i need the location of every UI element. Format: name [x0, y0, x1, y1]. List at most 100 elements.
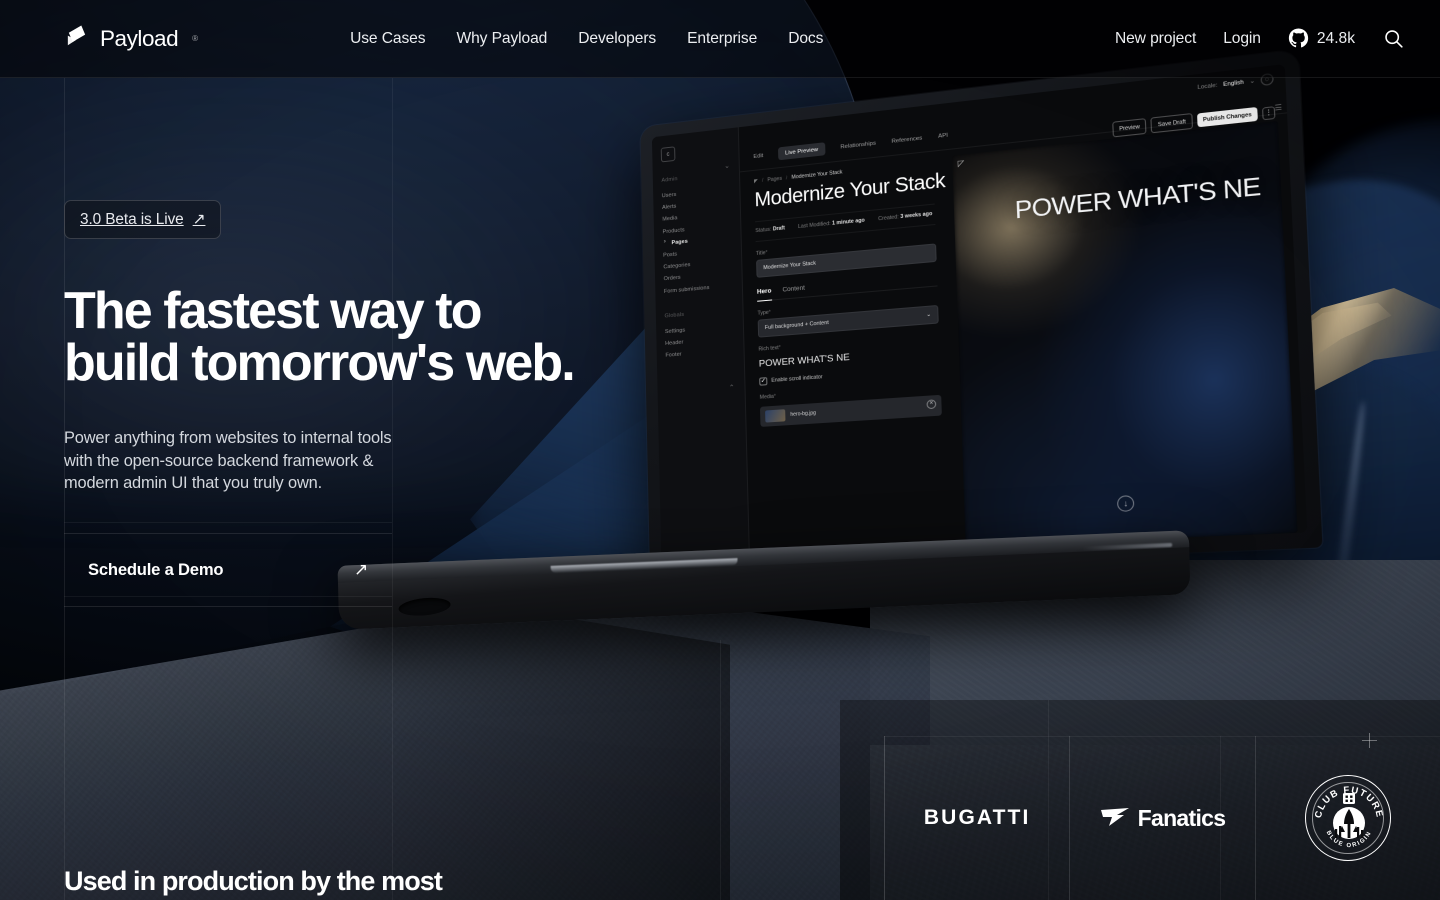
nav-item-enterprise[interactable]: Enterprise: [687, 30, 757, 48]
admin-main: Locale: English ⌄ ◌ Edit Live Preview Re…: [739, 64, 1307, 555]
created-meta: Created: 3 weeks ago: [878, 211, 932, 222]
search-button[interactable]: [1382, 28, 1404, 50]
status-label: Status:: [755, 226, 772, 235]
payload-logo-icon[interactable]: ◤: [754, 178, 758, 184]
block-tab-content[interactable]: Content: [782, 285, 805, 294]
laptop-screen: c ⌄ Admin Users Alerts Media Products Pa…: [651, 64, 1308, 559]
brand-name: Payload: [100, 25, 179, 51]
chevron-down-icon[interactable]: ⌄: [1249, 78, 1255, 85]
richtext-label-text: Rich text: [758, 345, 779, 353]
beta-announcement-badge[interactable]: 3.0 Beta is Live ↗: [64, 200, 222, 239]
type-label-text: Type: [757, 309, 769, 317]
kebab-menu-icon[interactable]: ⋮: [1261, 105, 1276, 120]
title-field: Title* Modernize Your Stack: [756, 234, 937, 278]
logo-cell-club-future[interactable]: CLUB FUTURE BLUE ORIGIN: [1254, 736, 1440, 900]
laptop-base-cutout: [397, 595, 451, 618]
scroll-indicator-label: Enable scroll indicator: [771, 374, 823, 384]
admin-logo-glyph: c: [666, 151, 670, 158]
media-thumbnail: [765, 409, 786, 423]
media-card[interactable]: hero-bg.jpg ×: [759, 394, 942, 427]
breadcrumb-pages[interactable]: Pages: [767, 176, 782, 183]
page-root: c ⌄ Admin Users Alerts Media Products Pa…: [0, 0, 1440, 900]
chevron-up-icon[interactable]: ⌃: [729, 383, 735, 391]
admin-sidebar: c ⌄ Admin Users Alerts Media Products Pa…: [651, 127, 750, 559]
admin-body: ◤ / Pages / Modernize Your Stack Moderni…: [740, 113, 1307, 555]
laptop-lid: c ⌄ Admin Users Alerts Media Products Pa…: [640, 49, 1323, 573]
github-icon: [1288, 28, 1308, 48]
resize-icon[interactable]: ◸: [958, 158, 967, 168]
badge-label: 3.0 Beta is Live: [80, 210, 184, 228]
payload-logo-icon: [67, 25, 86, 46]
admin-logo-icon[interactable]: c: [660, 146, 676, 163]
bugatti-logo: BUGATTI: [923, 806, 1031, 829]
fanatics-logo: Fanatics: [1100, 805, 1226, 832]
breadcrumb-separator: /: [785, 175, 788, 182]
required-marker: *: [773, 393, 776, 400]
type-select-value: Full background + Content: [764, 319, 829, 332]
richtext-field: Rich text* POWER WHAT'S NE: [758, 333, 940, 371]
site-header: Payload ® Use Cases Why Payload Develope…: [0, 0, 1440, 78]
close-circle-icon[interactable]: ×: [926, 399, 937, 410]
modified-meta: Last Modified: 1 minute ago: [798, 218, 865, 231]
github-stars-link[interactable]: 24.8k: [1288, 28, 1355, 49]
admin-group-title: Admin: [661, 176, 678, 184]
chevron-down-icon: ⌄: [926, 311, 932, 319]
main-nav: Use Cases Why Payload Developers Enterpr…: [350, 30, 823, 48]
admin-edit-form: ◤ / Pages / Modernize Your Stack Moderni…: [740, 150, 957, 555]
hero-section: 3.0 Beta is Live ↗ The fastest way to bu…: [64, 200, 576, 607]
customer-logos: BUGATTI Fanatics CLUB FUTURE BLUE ORIGIN: [884, 736, 1440, 900]
headline-line-2: build tomorrow's web.: [64, 334, 576, 392]
status-value: Draft: [772, 225, 785, 233]
header-actions: New project Login 24.8k: [1115, 28, 1404, 50]
title-label-text: Title: [755, 250, 766, 257]
check-icon[interactable]: ✓: [759, 377, 768, 386]
hero-description: Power anything from websites to internal…: [64, 429, 392, 493]
admin-group-title: Globals: [664, 311, 685, 320]
arrow-up-right-icon: ↗: [353, 559, 368, 579]
created-label: Created:: [878, 214, 899, 223]
media-filename: hero-bg.jpg: [790, 410, 817, 418]
club-future-seal-logo: CLUB FUTURE BLUE ORIGIN: [1304, 775, 1391, 861]
new-project-button[interactable]: New project: [1115, 30, 1196, 48]
schedule-demo-label: Schedule a Demo: [88, 559, 224, 579]
chevron-down-icon[interactable]: ⌄: [724, 162, 730, 170]
search-icon: [1384, 30, 1403, 48]
breadcrumb-current: Modernize Your Stack: [791, 169, 843, 181]
fanatics-mark-icon: [1100, 808, 1129, 826]
brand-logo[interactable]: Payload ®: [64, 25, 198, 52]
login-button[interactable]: Login: [1223, 30, 1261, 48]
created-value: 3 weeks ago: [900, 210, 933, 221]
required-marker: *: [765, 249, 768, 257]
nav-item-developers[interactable]: Developers: [578, 30, 656, 48]
required-marker: *: [768, 309, 771, 316]
live-preview-pane[interactable]: ◸ POWER WHAT'S NE ↓: [952, 120, 1298, 547]
required-marker: *: [778, 344, 781, 352]
panel-toggle-icon[interactable]: ☰: [1274, 103, 1282, 112]
media-label-text: Media: [759, 393, 774, 401]
nav-item-use-cases[interactable]: Use Cases: [350, 30, 425, 48]
locale-value[interactable]: English: [1223, 79, 1244, 88]
brand-registered-mark: ®: [192, 34, 199, 43]
nav-item-docs[interactable]: Docs: [788, 30, 823, 48]
tab-api[interactable]: API: [938, 132, 948, 139]
tab-edit[interactable]: Edit: [753, 153, 763, 160]
tab-relationships[interactable]: Relationships: [840, 140, 876, 150]
tab-live-preview[interactable]: Live Preview: [777, 142, 826, 161]
media-field: Media* hero-bg.jpg ×: [760, 382, 942, 427]
admin-sidebar-group-admin: Admin Users Alerts Media Products Pages …: [661, 171, 733, 298]
seal-artwork-icon: CLUB FUTURE BLUE ORIGIN: [1313, 785, 1383, 849]
block-tab-hero[interactable]: Hero: [757, 288, 772, 296]
nav-item-why-payload[interactable]: Why Payload: [456, 30, 547, 48]
github-stars-count: 24.8k: [1316, 29, 1355, 47]
status-meta: Status: Draft: [755, 225, 785, 234]
arrow-up-right-icon: ↗: [192, 211, 206, 228]
locale-label: Locale:: [1197, 81, 1218, 91]
logo-cell-bugatti[interactable]: BUGATTI: [884, 736, 1069, 900]
schedule-demo-button[interactable]: Schedule a Demo ↗: [64, 532, 392, 607]
modified-label: Last Modified:: [797, 220, 831, 231]
seal-inner-ring: CLUB FUTURE BLUE ORIGIN: [1311, 782, 1384, 854]
tab-references[interactable]: References: [891, 135, 922, 144]
headline-line-1: The fastest way to: [64, 282, 482, 340]
modified-value: 1 minute ago: [831, 217, 865, 227]
logo-cell-fanatics[interactable]: Fanatics: [1069, 736, 1254, 900]
